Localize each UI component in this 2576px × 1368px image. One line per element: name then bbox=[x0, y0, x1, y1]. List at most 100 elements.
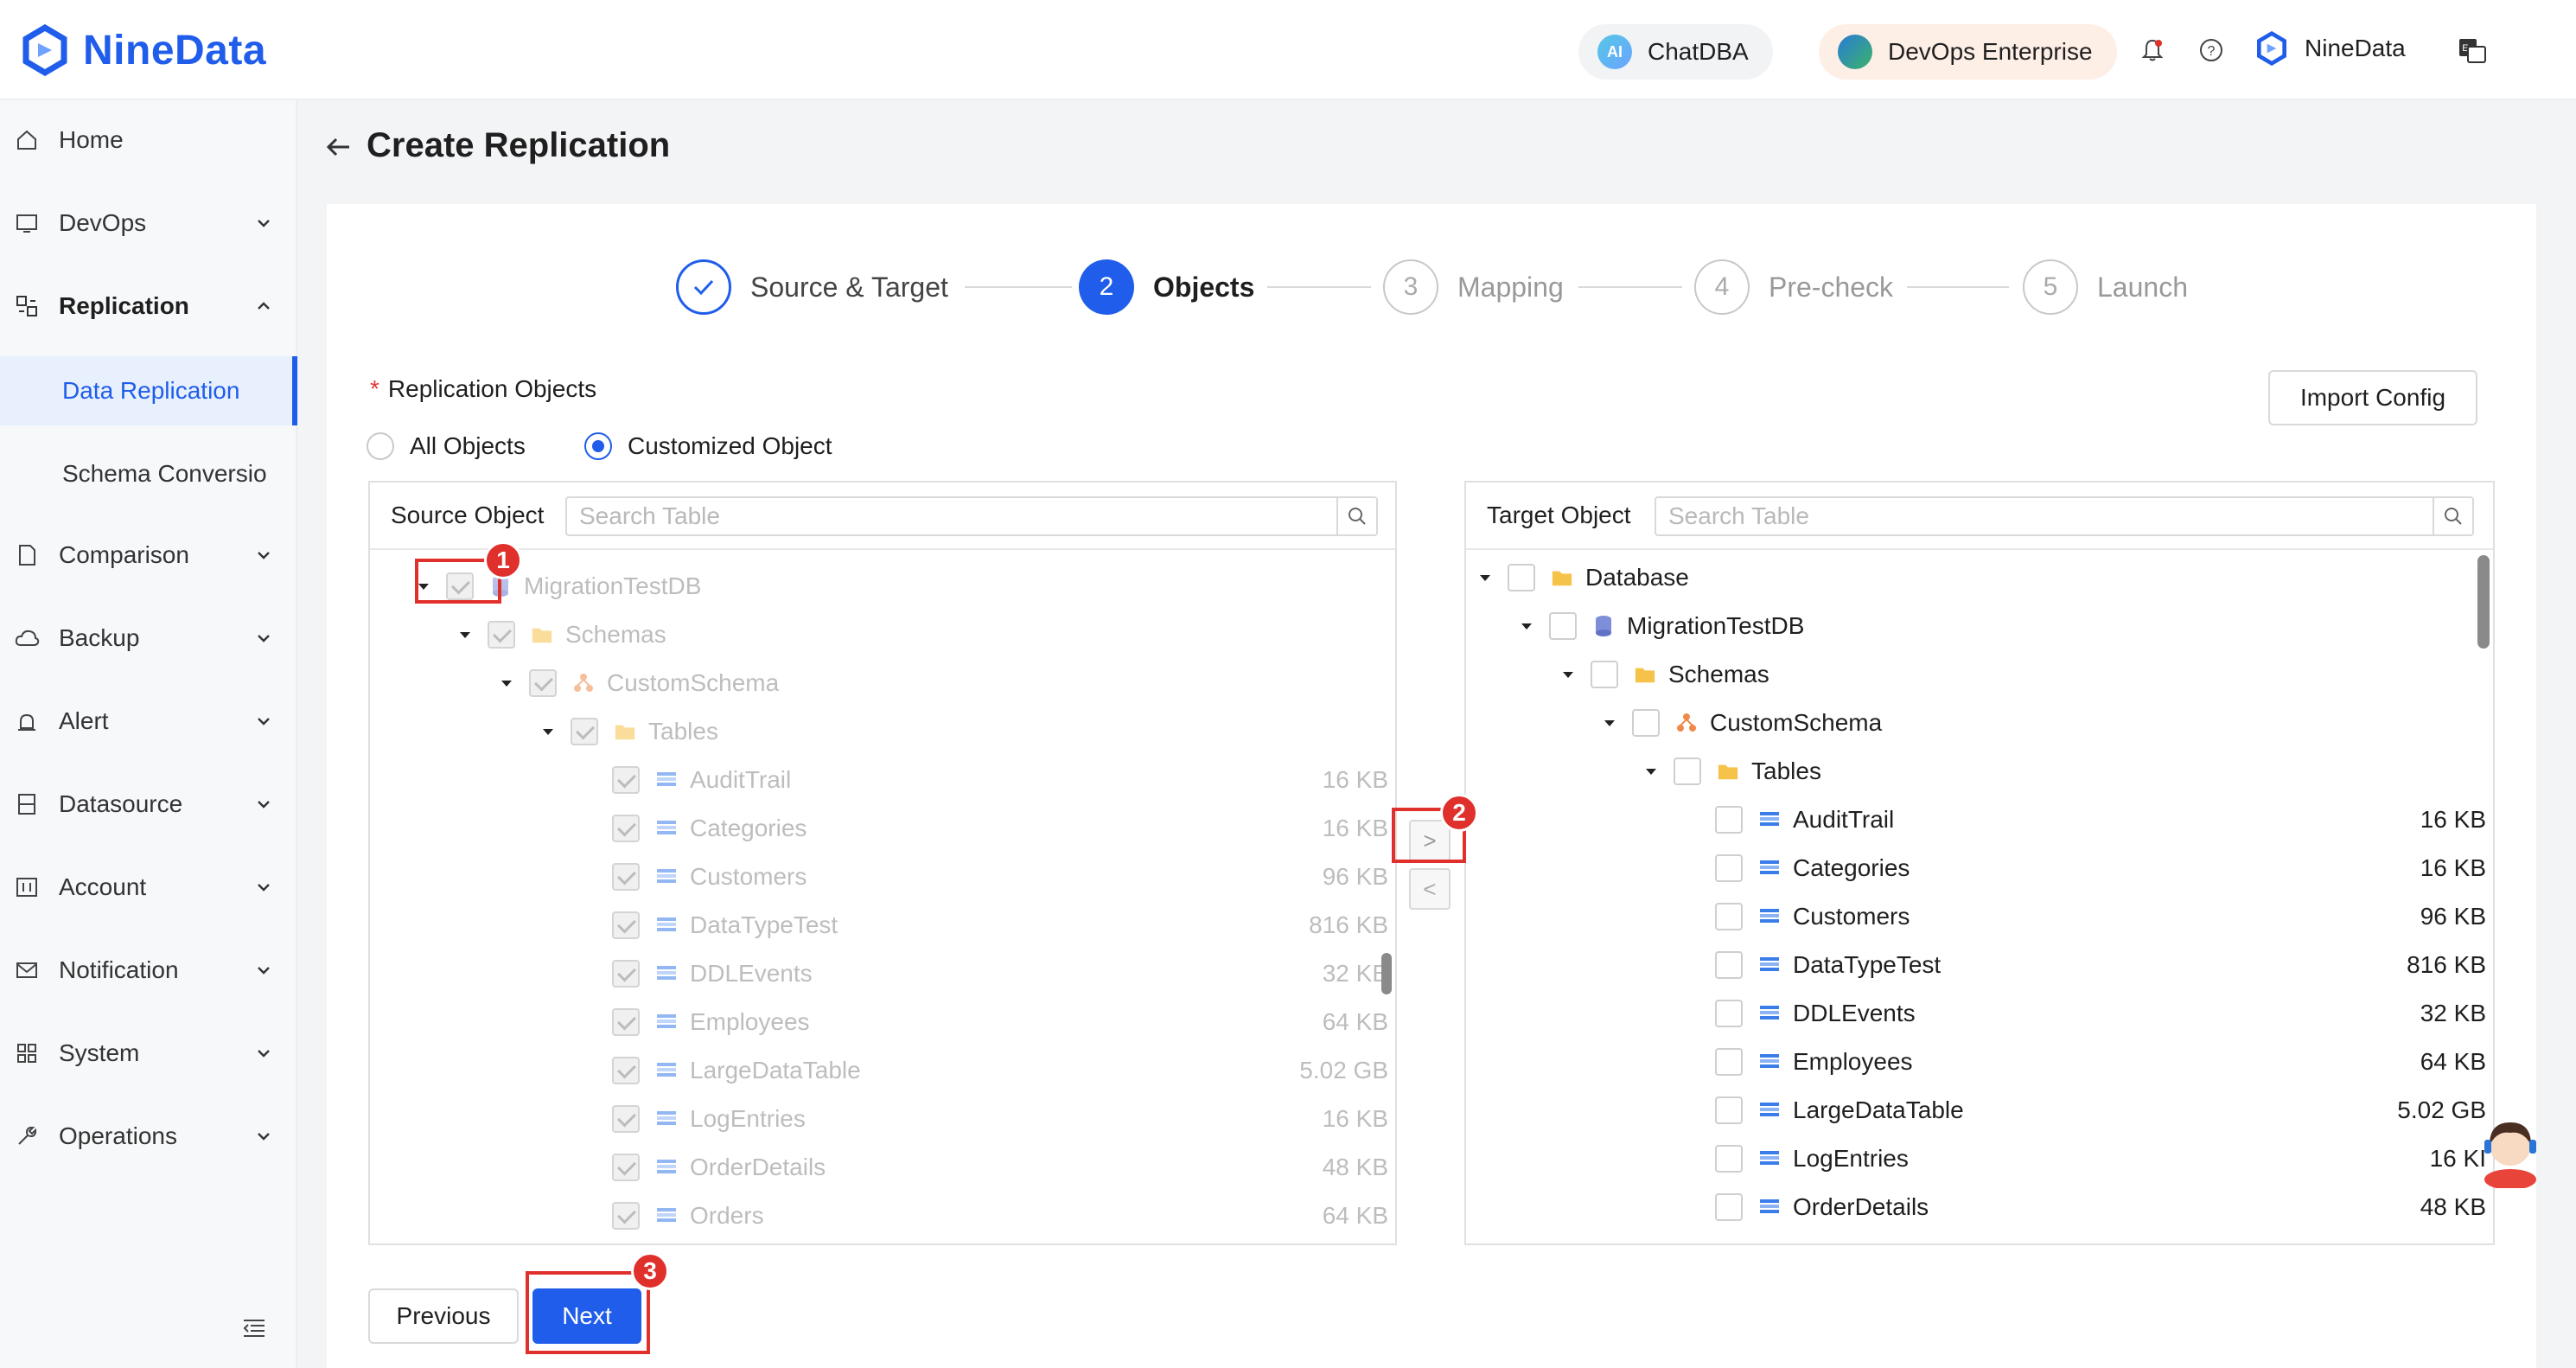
checkbox[interactable] bbox=[1715, 1048, 1743, 1076]
radio-button-selected[interactable] bbox=[584, 432, 612, 460]
expand-caret-icon[interactable] bbox=[1475, 567, 1495, 588]
tree-node-table[interactable]: Employees bbox=[1682, 1038, 1913, 1086]
tree-node-table[interactable]: Customers bbox=[1682, 892, 1910, 941]
checkbox[interactable] bbox=[612, 1008, 640, 1036]
tree-node-table[interactable]: LogEntries bbox=[579, 1095, 806, 1143]
chatdba-button[interactable]: AI ChatDBA bbox=[1578, 24, 1773, 80]
translate-icon[interactable]: En bbox=[2457, 35, 2488, 66]
tree-node-root[interactable]: Database bbox=[1475, 553, 1689, 602]
checkbox[interactable] bbox=[488, 621, 515, 649]
sidebar-item-comparison[interactable]: Comparison bbox=[0, 527, 297, 583]
tree-node-schemas[interactable]: Schemas bbox=[1558, 650, 1769, 699]
search-icon[interactable] bbox=[2433, 498, 2472, 534]
target-search-box bbox=[1655, 496, 2474, 536]
checkbox[interactable] bbox=[612, 766, 640, 794]
tree-node-table[interactable]: AuditTrail bbox=[579, 756, 791, 804]
tree-node-table[interactable]: Categories bbox=[1682, 844, 1910, 892]
radio-all-objects[interactable]: All Objects bbox=[367, 432, 526, 460]
tree-node-table[interactable]: LargeDataTable bbox=[579, 1046, 861, 1095]
sidebar-item-schema-conversion[interactable]: Schema Conversio bbox=[0, 439, 297, 508]
checkbox[interactable] bbox=[612, 1105, 640, 1133]
checkbox[interactable] bbox=[612, 960, 640, 988]
tree-node-schema[interactable]: CustomSchema bbox=[1599, 699, 1882, 747]
checkbox[interactable] bbox=[1715, 806, 1743, 834]
checkbox[interactable] bbox=[612, 1057, 640, 1084]
search-icon[interactable] bbox=[1336, 498, 1376, 534]
tree-node-table[interactable]: OrderDetails bbox=[1682, 1183, 1929, 1231]
tree-node-table[interactable]: Employees bbox=[579, 998, 810, 1046]
sidebar-item-alert[interactable]: Alert bbox=[0, 694, 297, 749]
checkbox[interactable] bbox=[529, 669, 557, 697]
sidebar-item-account[interactable]: Account bbox=[0, 860, 297, 915]
checkbox[interactable] bbox=[1715, 1096, 1743, 1124]
tree-node-table[interactable]: OrderDetails bbox=[579, 1143, 826, 1192]
tree-node-table[interactable]: LogEntries bbox=[1682, 1135, 1909, 1183]
source-scrollbar[interactable] bbox=[1381, 953, 1392, 994]
import-config-button[interactable]: Import Config bbox=[2268, 370, 2477, 425]
target-scrollbar[interactable] bbox=[2477, 555, 2490, 649]
expand-caret-icon[interactable] bbox=[1516, 616, 1537, 636]
checkbox[interactable] bbox=[1591, 661, 1618, 688]
previous-button[interactable]: Previous bbox=[368, 1288, 519, 1344]
sidebar-item-data-replication[interactable]: Data Replication bbox=[0, 356, 297, 425]
sidebar-item-datasource[interactable]: Datasource bbox=[0, 777, 297, 832]
checkbox[interactable] bbox=[612, 911, 640, 939]
checkbox[interactable] bbox=[1715, 903, 1743, 930]
collapse-sidebar-icon[interactable] bbox=[240, 1314, 268, 1342]
expand-caret-icon[interactable] bbox=[455, 624, 475, 645]
org-switcher[interactable]: NineData bbox=[2254, 31, 2406, 66]
checkbox[interactable] bbox=[1715, 1193, 1743, 1221]
checkbox[interactable] bbox=[612, 1154, 640, 1181]
checkbox[interactable] bbox=[1715, 1000, 1743, 1027]
tree-node-table[interactable]: Categories bbox=[579, 804, 807, 853]
checkbox[interactable] bbox=[1549, 612, 1577, 640]
edition-badge[interactable]: DevOps Enterprise bbox=[1819, 24, 2117, 80]
tree-node-table[interactable]: DDLEvents bbox=[579, 949, 813, 998]
support-avatar-icon[interactable] bbox=[2477, 1114, 2543, 1190]
tree-node-table[interactable]: LargeDataTable bbox=[1682, 1086, 1964, 1135]
checkbox[interactable] bbox=[612, 863, 640, 891]
sidebar-item-home[interactable]: Home bbox=[0, 112, 297, 168]
expand-caret-icon[interactable] bbox=[538, 721, 558, 742]
radio-customized-object[interactable]: Customized Object bbox=[584, 432, 832, 460]
tree-node-database[interactable]: MigrationTestDB bbox=[1516, 602, 1804, 650]
tree-node-tables[interactable]: Tables bbox=[1641, 747, 1821, 796]
ninedata-logo[interactable]: NineData bbox=[19, 24, 266, 76]
tree-node-table[interactable]: DataTypeTest bbox=[1682, 941, 1941, 989]
sidebar-item-notification[interactable]: Notification bbox=[0, 943, 297, 998]
checkbox[interactable] bbox=[1632, 709, 1660, 737]
sidebar-item-devops[interactable]: DevOps bbox=[0, 195, 297, 251]
checkbox[interactable] bbox=[1715, 1145, 1743, 1173]
sidebar-item-backup[interactable]: Backup bbox=[0, 610, 297, 666]
tree-node-tables[interactable]: Tables bbox=[538, 707, 718, 756]
sidebar-item-replication[interactable]: Replication bbox=[0, 278, 297, 334]
expand-caret-icon[interactable] bbox=[1558, 664, 1578, 685]
checkbox[interactable] bbox=[612, 1202, 640, 1230]
sidebar-item-system[interactable]: System bbox=[0, 1026, 297, 1081]
expand-caret-icon[interactable] bbox=[1599, 713, 1620, 733]
sidebar-item-operations[interactable]: Operations bbox=[0, 1109, 297, 1164]
expand-caret-icon[interactable] bbox=[496, 673, 517, 694]
tree-node-table[interactable]: DDLEvents bbox=[1682, 989, 1916, 1038]
back-arrow-icon[interactable] bbox=[323, 131, 354, 163]
move-left-button[interactable]: < bbox=[1409, 868, 1451, 910]
tree-node-table[interactable]: AuditTrail bbox=[1682, 796, 1894, 844]
checkbox[interactable] bbox=[612, 815, 640, 842]
tree-node-table[interactable]: Orders bbox=[579, 1192, 764, 1240]
checkbox[interactable] bbox=[1715, 951, 1743, 979]
checkbox[interactable] bbox=[1674, 758, 1701, 785]
checkbox[interactable] bbox=[1715, 854, 1743, 882]
table-icon bbox=[655, 1011, 678, 1033]
bell-icon[interactable] bbox=[2137, 35, 2168, 66]
target-search-input[interactable] bbox=[1656, 498, 2429, 534]
source-search-input[interactable] bbox=[567, 498, 1333, 534]
expand-caret-icon[interactable] bbox=[1641, 761, 1661, 782]
radio-button[interactable] bbox=[367, 432, 394, 460]
checkbox[interactable] bbox=[1508, 564, 1535, 591]
tree-node-table[interactable]: Customers bbox=[579, 853, 807, 901]
checkbox[interactable] bbox=[571, 718, 598, 745]
tree-node-schema[interactable]: CustomSchema bbox=[496, 659, 779, 707]
help-icon[interactable]: ? bbox=[2196, 35, 2227, 66]
tree-node-schemas[interactable]: Schemas bbox=[455, 610, 666, 659]
tree-node-table[interactable]: DataTypeTest bbox=[579, 901, 838, 949]
